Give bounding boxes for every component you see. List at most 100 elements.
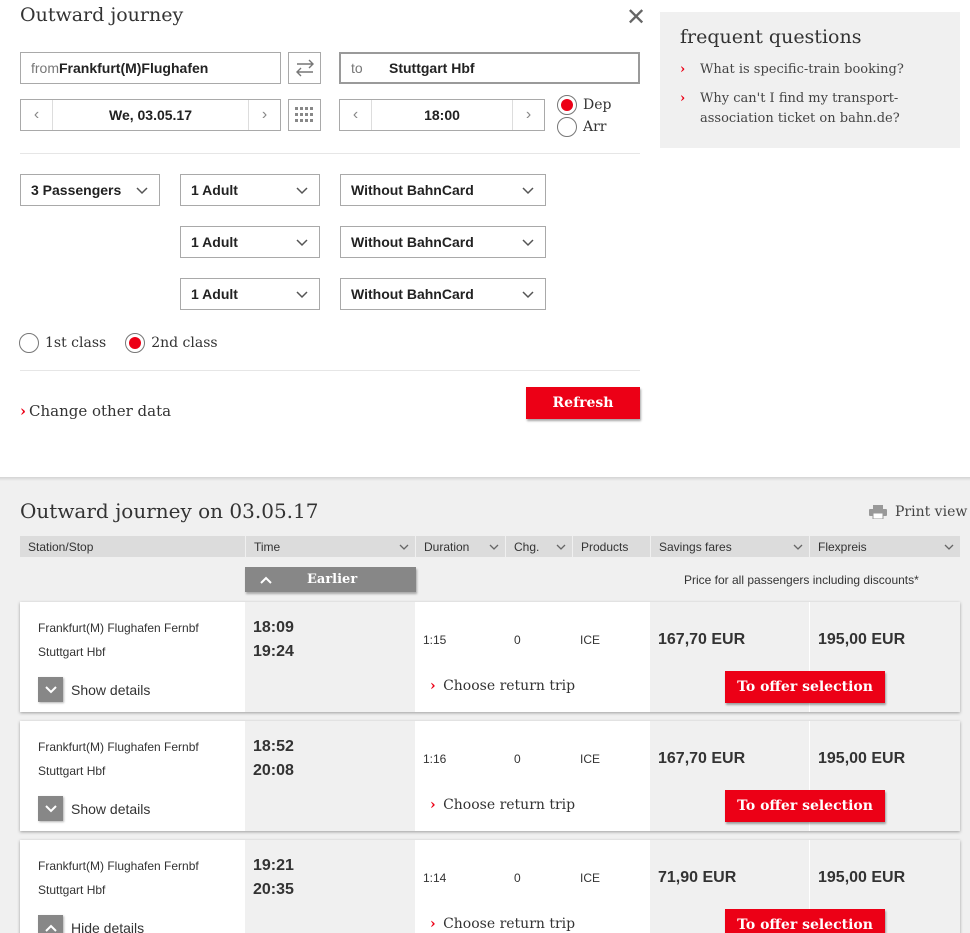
flex-price: 195,00 EUR <box>818 869 906 886</box>
connection-row[interactable]: Frankfurt(M) Flughafen Fernbf Stuttgart … <box>20 721 960 831</box>
choose-return-trip-link[interactable]: › Choose return trip <box>430 916 575 932</box>
chevron-down-icon <box>522 239 534 247</box>
traveller-type-select[interactable]: 1 Adult <box>180 226 320 258</box>
traveller-type-select[interactable]: 1 Adult <box>180 278 320 310</box>
to-field[interactable]: to Stuttgart Hbf <box>339 52 640 84</box>
calendar-icon <box>294 107 313 122</box>
time-stepper[interactable]: ‹ 18:00 › <box>339 99 545 131</box>
refresh-button[interactable]: Refresh <box>526 387 640 419</box>
chevron-down-icon <box>556 544 566 550</box>
column-header-label: Station/Stop <box>28 539 94 554</box>
column-header-label: Duration <box>424 539 470 554</box>
column-header-flexpreis[interactable]: Flexpreis <box>810 536 960 557</box>
page-title: Outward journey <box>20 4 184 26</box>
traveller-type-value: 1 Adult <box>191 182 238 198</box>
faq-link[interactable]: › Why can't I find my transport-associat… <box>680 89 920 129</box>
savings-price: 167,70 EUR <box>658 750 746 767</box>
column-header-time[interactable]: Time <box>246 536 415 557</box>
print-view-link[interactable]: Print view <box>869 504 967 520</box>
results-title: Outward journey on 03.05.17 <box>20 499 319 523</box>
show-details-button[interactable]: Show details <box>38 796 150 821</box>
second-class-radio[interactable] <box>125 333 146 353</box>
product: ICE <box>580 633 601 647</box>
faq-link[interactable]: › What is specific-train booking? <box>680 60 904 80</box>
details-label: Show details <box>71 800 151 817</box>
stations-cell: Frankfurt(M) Flughafen Fernbf Stuttgart … <box>20 840 245 933</box>
first-class-radio[interactable] <box>19 333 39 353</box>
earlier-button[interactable]: Earlier <box>245 567 416 592</box>
chevron-right-icon: › <box>430 678 436 694</box>
date-stepper[interactable]: ‹ We, 03.05.17 › <box>20 99 281 131</box>
chevron-down-icon <box>489 544 499 550</box>
changes: 0 <box>514 633 521 647</box>
savings-price: 71,90 EUR <box>658 869 737 886</box>
offer-selection-button[interactable]: To offer selection <box>725 671 885 703</box>
to-value: Stuttgart Hbf <box>389 60 475 76</box>
details-label: Show details <box>71 681 151 698</box>
price-note: Price for all passengers including disco… <box>684 573 919 587</box>
arrival-radio[interactable] <box>557 117 577 137</box>
close-icon[interactable]: ✕ <box>626 6 646 30</box>
next-day-button[interactable]: › <box>248 100 280 130</box>
connection-row[interactable]: Frankfurt(M) Flughafen Fernbf Stuttgart … <box>20 602 960 712</box>
column-header-changes[interactable]: Chg. <box>506 536 572 557</box>
first-class-label: 1st class <box>45 335 107 351</box>
earlier-label: Earlier <box>307 572 358 587</box>
column-header-label: Chg. <box>514 539 540 554</box>
chevron-down-icon <box>399 544 409 550</box>
chevron-left-icon: ‹ <box>352 106 359 123</box>
connection-row[interactable]: Frankfurt(M) Flughafen Fernbf Stuttgart … <box>20 840 960 933</box>
traveller-type-value: 1 Adult <box>191 234 238 250</box>
column-header-products: Products <box>573 536 650 557</box>
departure-radio[interactable] <box>557 95 577 115</box>
chevron-down-icon <box>296 291 308 299</box>
offer-selection-button[interactable]: To offer selection <box>725 909 885 933</box>
calendar-button[interactable] <box>288 99 321 131</box>
stations-cell: Frankfurt(M) Flughafen Fernbf Stuttgart … <box>20 721 245 831</box>
departure-radio-group: Dep Arr <box>557 95 611 137</box>
changes: 0 <box>514 752 521 766</box>
arrival-label: Arr <box>583 119 607 135</box>
from-field[interactable]: from Frankfurt(M)Flughafen <box>20 52 281 84</box>
chevron-right-icon: › <box>680 62 686 77</box>
bahncard-select[interactable]: Without BahnCard <box>340 226 546 258</box>
bahncard-select[interactable]: Without BahnCard <box>340 174 546 206</box>
passengers-value: 3 Passengers <box>31 182 122 198</box>
departure-label: Dep <box>583 97 612 113</box>
passengers-select[interactable]: 3 Passengers <box>20 174 160 206</box>
hide-details-button[interactable]: Hide details <box>38 915 144 933</box>
chevron-right-icon: › <box>20 402 26 420</box>
duration: 1:16 <box>423 752 447 766</box>
arrival-time: 20:08 <box>253 762 294 779</box>
choose-return-trip-link[interactable]: › Choose return trip <box>430 678 575 694</box>
bahncard-select[interactable]: Without BahnCard <box>340 278 546 310</box>
earlier-time-button[interactable]: ‹ <box>340 100 372 130</box>
column-header-label: Time <box>254 539 281 554</box>
faq-link-label: What is specific-train booking? <box>700 62 904 77</box>
second-class-label: 2nd class <box>151 335 218 351</box>
column-header-label: Savings fares <box>659 539 732 554</box>
column-header-savings[interactable]: Savings fares <box>651 536 809 557</box>
previous-day-button[interactable]: ‹ <box>21 100 53 130</box>
swap-icon <box>295 59 314 77</box>
swap-stations-button[interactable] <box>288 52 321 84</box>
offer-selection-button[interactable]: To offer selection <box>725 790 885 822</box>
chevron-right-icon: › <box>680 91 686 106</box>
duration: 1:15 <box>423 633 447 647</box>
chevron-left-icon: ‹ <box>33 106 40 123</box>
traveller-type-select[interactable]: 1 Adult <box>180 174 320 206</box>
change-other-data-link[interactable]: › Change other data <box>20 402 171 420</box>
section-shadow <box>0 477 970 481</box>
column-header-label: Flexpreis <box>818 539 867 554</box>
to-station: Stuttgart Hbf <box>38 764 106 778</box>
chevron-down-icon <box>522 187 534 195</box>
column-header-station: Station/Stop <box>20 536 245 557</box>
from-value: Frankfurt(M)Flughafen <box>59 60 209 76</box>
to-station: Stuttgart Hbf <box>38 883 106 897</box>
choose-return-trip-link[interactable]: › Choose return trip <box>430 797 575 813</box>
later-time-button[interactable]: › <box>512 100 544 130</box>
column-header-duration[interactable]: Duration <box>416 536 505 557</box>
chevron-down-icon <box>522 291 534 299</box>
show-details-button[interactable]: Show details <box>38 677 150 702</box>
bahncard-value: Without BahnCard <box>351 286 474 302</box>
